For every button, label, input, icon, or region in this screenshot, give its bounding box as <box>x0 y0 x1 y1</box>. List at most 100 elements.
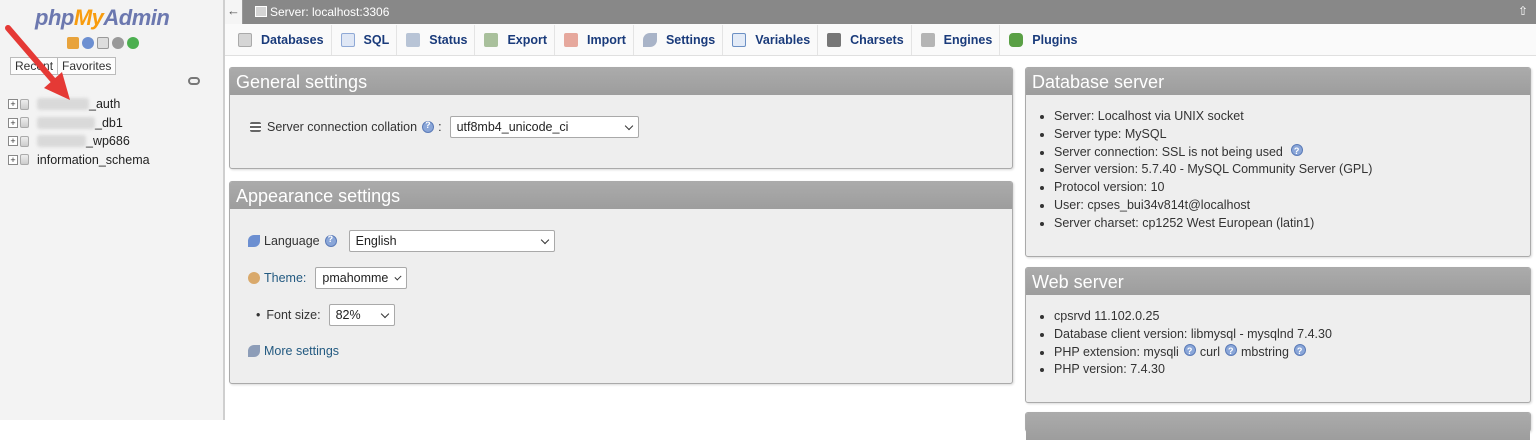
database-server-info-list: Server: Localhost via UNIX socket Server… <box>1054 108 1372 233</box>
tree-item-label: _wp686 <box>86 134 130 149</box>
tab-label: Plugins <box>1032 32 1078 47</box>
expand-icon[interactable]: + <box>8 117 18 128</box>
help-icon[interactable] <box>422 120 435 133</box>
chevron-down-icon <box>394 272 402 281</box>
fontsize-row: • Font size: 82% <box>256 304 395 326</box>
panel-title: Appearance settings <box>230 182 1012 209</box>
chevron-down-icon <box>540 235 549 244</box>
list-item: User: cpses_bui34v814t@localhost <box>1054 197 1372 215</box>
tree-item-label: information_schema <box>37 152 150 167</box>
tab-label: Export <box>507 32 548 47</box>
redacted-text <box>37 135 86 148</box>
logout-icon[interactable] <box>82 37 94 49</box>
php-extension-text: PHP extension: mysqli <box>1054 344 1179 359</box>
list-item: PHP extension: mysqli curl mbstring <box>1054 343 1332 362</box>
expand-icon[interactable]: + <box>8 136 18 147</box>
tab-export[interactable]: Export <box>475 24 556 55</box>
panel-title: Web server <box>1026 268 1530 295</box>
favorites-tab[interactable]: Favorites <box>58 57 117 75</box>
redacted-text <box>37 116 95 129</box>
expand-icon[interactable]: + <box>8 154 18 165</box>
phpmyadmin-logo[interactable]: phpMyAdmin <box>35 5 170 31</box>
tab-status[interactable]: Status <box>397 24 476 55</box>
help-icon[interactable] <box>1183 343 1196 360</box>
sql-icon <box>340 32 355 47</box>
ssl-status-text: Server connection: SSL is not being used <box>1054 144 1283 159</box>
server-breadcrumb[interactable]: Server: localhost:3306 <box>270 5 389 19</box>
reload-icon[interactable] <box>127 37 139 49</box>
database-icon <box>238 32 252 47</box>
database-icon <box>20 154 29 166</box>
list-item: Protocol version: 10 <box>1054 179 1372 197</box>
plugin-icon <box>1009 32 1024 47</box>
tab-charsets[interactable]: Charsets <box>818 24 912 55</box>
server-breadcrumb-bar: ← Server: localhost:3306 ⇧ <box>225 0 1536 24</box>
tree-item-auth[interactable]: + _auth <box>8 95 150 114</box>
help-icon[interactable] <box>1224 343 1237 360</box>
tab-label: Variables <box>755 32 811 47</box>
theme-label-link[interactable]: Theme: <box>264 271 306 285</box>
engines-icon <box>920 32 935 47</box>
nav-icon-bar <box>67 37 139 49</box>
colon: : <box>438 120 442 134</box>
settings-gear-icon[interactable] <box>112 37 124 49</box>
bullet: • <box>256 308 261 322</box>
tab-settings[interactable]: Settings <box>634 24 724 55</box>
link-chain-icon[interactable] <box>188 77 200 85</box>
database-icon <box>20 117 29 129</box>
status-icon <box>406 32 421 47</box>
tab-label: Settings <box>665 32 716 47</box>
fontsize-select[interactable]: 82% <box>328 304 395 326</box>
import-icon <box>564 32 579 47</box>
nav-resize-handle[interactable] <box>223 0 225 420</box>
web-server-info-list: cpsrvd 11.102.0.25 Database client versi… <box>1054 308 1332 379</box>
database-icon <box>20 98 29 110</box>
export-icon <box>484 32 499 47</box>
chevron-down-icon <box>624 121 633 130</box>
tab-variables[interactable]: Variables <box>723 24 819 55</box>
panel-title: General settings <box>230 68 1012 95</box>
collation-label: Server connection collation <box>267 120 418 134</box>
tab-label: Databases <box>261 32 324 47</box>
maximize-icon[interactable]: ⇧ <box>1518 4 1528 18</box>
collation-icon <box>250 122 261 132</box>
tree-item-wp686[interactable]: + _wp686 <box>8 132 150 151</box>
theme-select[interactable]: pmahomme <box>315 267 408 289</box>
recent-favorites-tabs: Recent Favorites <box>10 57 117 75</box>
list-item: Server: Localhost via UNIX socket <box>1054 108 1372 126</box>
tab-sql[interactable]: SQL <box>332 24 398 55</box>
wrench-icon <box>248 345 260 357</box>
tab-engines[interactable]: Engines <box>912 24 1001 55</box>
tab-databases[interactable]: Databases <box>229 24 332 55</box>
language-select[interactable]: English <box>348 230 555 252</box>
theme-row: Theme: pmahomme <box>248 267 408 289</box>
language-icon <box>248 235 260 247</box>
docs-icon[interactable] <box>97 37 109 49</box>
next-panel-partial <box>1025 412 1531 440</box>
tree-item-db1[interactable]: + _db1 <box>8 114 150 133</box>
tab-import[interactable]: Import <box>555 24 634 55</box>
tree-item-label: _db1 <box>95 115 123 130</box>
logo-my: My <box>73 5 104 30</box>
list-item: cpsrvd 11.102.0.25 <box>1054 308 1332 326</box>
navigation-panel: phpMyAdmin Recent Favorites + _auth + _d… <box>0 0 223 420</box>
recent-tab[interactable]: Recent <box>10 57 59 75</box>
collation-select[interactable]: utf8mb4_unicode_ci <box>449 116 639 138</box>
logo-php: php <box>35 5 74 30</box>
expand-icon[interactable]: + <box>8 99 18 110</box>
database-icon <box>20 135 29 147</box>
collation-row: Server connection collation : utf8mb4_un… <box>250 116 639 138</box>
language-select-value: English <box>355 234 397 248</box>
help-icon[interactable] <box>324 234 337 247</box>
help-icon[interactable] <box>1293 343 1306 360</box>
collapse-nav-button[interactable]: ← <box>225 0 243 24</box>
home-icon[interactable] <box>67 37 79 49</box>
help-icon[interactable] <box>1290 143 1303 160</box>
tab-label: Engines <box>943 32 993 47</box>
more-settings-link[interactable]: More settings <box>264 344 339 358</box>
logo-admin: Admin <box>103 5 170 30</box>
general-settings-panel: General settings Server connection colla… <box>229 67 1013 169</box>
tree-item-information-schema[interactable]: + information_schema <box>8 151 150 170</box>
tab-plugins[interactable]: Plugins <box>1000 25 1084 55</box>
mbstring-text: mbstring <box>1240 344 1289 359</box>
